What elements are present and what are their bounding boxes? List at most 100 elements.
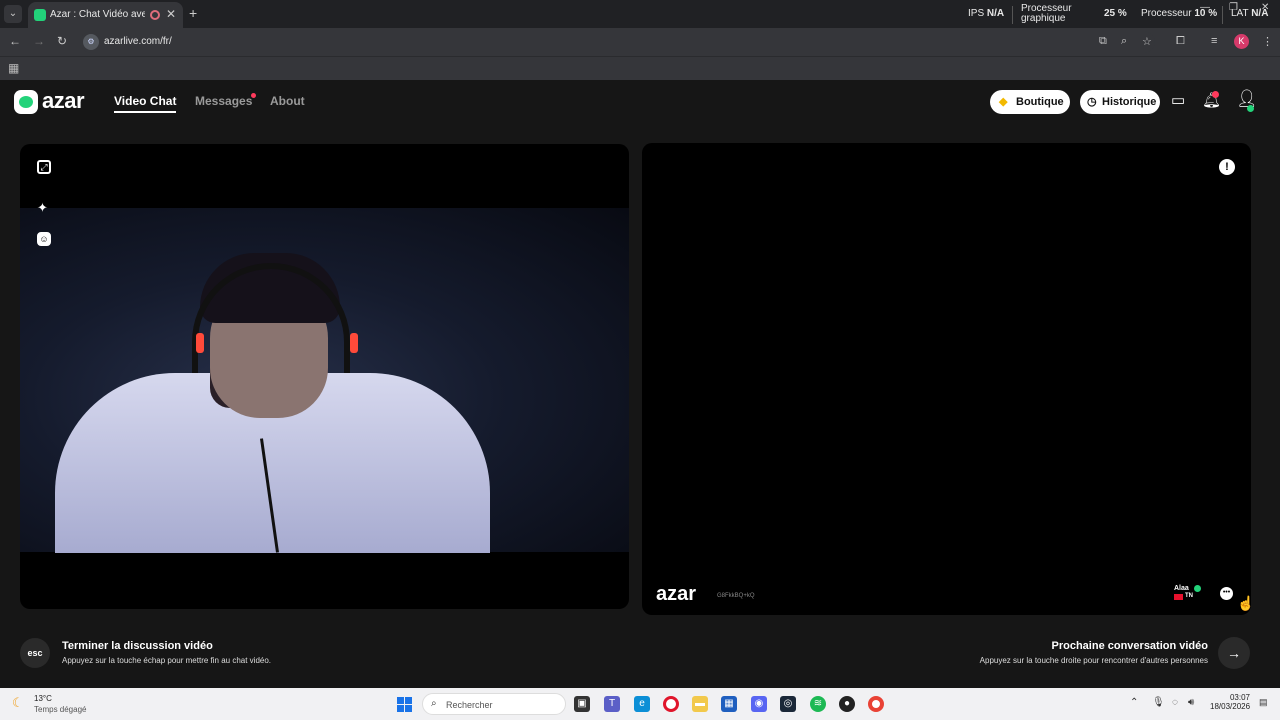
- tray-chevron-icon[interactable]: ⌃: [1130, 697, 1138, 708]
- apps-grid-icon[interactable]: ▦: [8, 61, 19, 75]
- weather-temperature[interactable]: 13°C: [34, 694, 52, 703]
- nav-about[interactable]: About: [270, 94, 305, 108]
- teams-icon[interactable]: T: [604, 696, 620, 712]
- bookmark-star-icon[interactable]: ☆: [1142, 35, 1152, 48]
- reload-icon[interactable]: ↻: [57, 34, 67, 48]
- next-chat-button[interactable]: →: [1218, 637, 1250, 669]
- gpu-label-line2: graphique: [1021, 13, 1066, 24]
- historique-label: Historique: [1102, 96, 1157, 108]
- gpu-label: Processeur graphique: [1021, 4, 1072, 24]
- fps-overlay: IPS N/A: [968, 8, 1004, 19]
- headset-led-right: [350, 333, 358, 353]
- site-info-icon[interactable]: ⚙: [83, 34, 99, 50]
- search-placeholder: Rechercher: [446, 700, 493, 710]
- historique-button[interactable]: ◷ Historique: [1080, 90, 1160, 114]
- chat-bubble-icon[interactable]: •••: [1220, 587, 1233, 600]
- online-status-dot: [1247, 105, 1254, 112]
- search-icon: ⌕: [431, 698, 437, 709]
- fps-value: N/A: [986, 8, 1005, 19]
- mouse-cursor-icon: ☝: [1237, 595, 1251, 611]
- discord-icon[interactable]: ◉: [751, 696, 767, 712]
- volume-icon[interactable]: 🔊︎: [1188, 697, 1194, 708]
- zoom-icon[interactable]: ⌕: [1121, 35, 1127, 48]
- clock-time: 03:07: [1229, 693, 1250, 702]
- weather-description[interactable]: Temps dégagé: [34, 705, 86, 714]
- azar-page: azar Video Chat Messages About ◆ Boutiqu…: [0, 80, 1280, 688]
- app-icon[interactable]: ●: [839, 696, 855, 712]
- new-tab-button[interactable]: +: [189, 5, 197, 21]
- boutique-button[interactable]: ◆ Boutique: [990, 90, 1070, 114]
- overlay-divider: [1222, 6, 1223, 24]
- tunisia-flag-icon: [1174, 594, 1183, 600]
- end-chat-subtitle: Appuyez sur la touche échap pour mettre …: [62, 656, 272, 665]
- browser-toolbar: ← → ↻ ⚙ azarlive.com/fr/ ⧉ ⌕ ☆ ⧠ ≡ K ⋮: [0, 28, 1280, 56]
- system-clock[interactable]: 03:07 18/03/2026: [1210, 693, 1250, 711]
- azar-logo-icon[interactable]: [14, 90, 38, 114]
- browser-tab[interactable]: Azar : Chat Vidéo avec de ✕: [28, 2, 183, 28]
- local-camera-feed: [20, 208, 629, 553]
- recording-indicator-icon: [150, 10, 160, 20]
- notification-dot: [1212, 91, 1219, 98]
- file-explorer-icon[interactable]: ▬: [692, 696, 708, 712]
- overlay-divider: [1012, 6, 1013, 24]
- nav-messages[interactable]: Messages: [195, 94, 252, 108]
- messages-unread-dot: [251, 93, 256, 98]
- tab-search-button[interactable]: ⌄: [4, 5, 22, 23]
- restore-icon[interactable]: ❐: [1229, 2, 1238, 13]
- steam-icon[interactable]: ◎: [780, 696, 796, 712]
- chrome-icon[interactable]: [868, 696, 884, 712]
- close-window-icon[interactable]: ✕: [1261, 2, 1269, 13]
- inbox-icon[interactable]: ▭: [1171, 91, 1185, 109]
- end-chat-button[interactable]: esc: [20, 638, 50, 668]
- peer-name[interactable]: Alaa: [1174, 585, 1189, 592]
- back-arrow-icon[interactable]: ←: [9, 34, 21, 48]
- peer-verified-icon: [1194, 585, 1201, 592]
- next-chat-subtitle: Appuyez sur la touche droite pour rencon…: [979, 656, 1208, 665]
- notifications-icon[interactable]: ▤: [1259, 697, 1268, 708]
- tab-close-button[interactable]: ✕: [166, 7, 176, 21]
- wifi-icon[interactable]: ◌: [1172, 697, 1178, 708]
- minimize-icon[interactable]: —: [1200, 2, 1210, 13]
- arrow-right-icon: →: [1227, 645, 1241, 661]
- expand-icon[interactable]: ⤢: [37, 160, 51, 174]
- report-shield-icon[interactable]: !: [1219, 159, 1235, 175]
- active-nav-underline: [114, 111, 176, 113]
- nav-video-chat[interactable]: Video Chat: [114, 94, 176, 108]
- remote-video-panel: ! azar G8FkkBQ+kQ Alaa TN ••• ☝: [642, 143, 1251, 615]
- address-bar[interactable]: ⚙ azarlive.com/fr/: [80, 31, 1155, 53]
- task-view-icon[interactable]: ▣: [574, 696, 590, 712]
- taskbar-search[interactable]: ⌕ Rechercher: [422, 693, 566, 715]
- media-control-icon[interactable]: ≡: [1211, 35, 1217, 47]
- windows-start-icon[interactable]: [397, 697, 412, 712]
- cpu-label: Processeur: [1141, 8, 1192, 19]
- next-chat-title: Prochaine conversation vidéo: [1051, 640, 1209, 652]
- forward-arrow-icon[interactable]: →: [33, 34, 45, 48]
- headset-led-left: [196, 333, 204, 353]
- spotify-icon[interactable]: ≋: [810, 696, 826, 712]
- local-video-panel: ⤢ ✦ ☺: [20, 144, 629, 609]
- azar-watermark: azar: [656, 583, 697, 605]
- extensions-icon[interactable]: ⧠: [1176, 35, 1185, 48]
- browser-menu-icon[interactable]: ⋮: [1262, 35, 1273, 48]
- microphone-icon[interactable]: 🎙︎: [1152, 697, 1165, 708]
- azar-favicon-icon: [34, 9, 46, 21]
- moon-weather-icon[interactable]: ☾: [12, 695, 24, 711]
- end-chat-title: Terminer la discussion vidéo: [62, 640, 213, 652]
- peer-country: TN: [1185, 593, 1193, 599]
- magic-wand-icon[interactable]: ✦: [37, 200, 48, 216]
- opera-icon[interactable]: [663, 696, 679, 712]
- install-app-icon[interactable]: ⧉: [1099, 35, 1107, 48]
- profile-avatar[interactable]: K: [1234, 34, 1249, 49]
- gpu-value: 25 %: [1104, 8, 1127, 19]
- boutique-label: Boutique: [1016, 96, 1064, 108]
- edge-icon[interactable]: e: [634, 696, 650, 712]
- gem-icon: ◆: [999, 96, 1008, 108]
- url-text[interactable]: azarlive.com/fr/: [104, 36, 172, 47]
- azar-logo-text[interactable]: azar: [42, 88, 85, 114]
- store-icon[interactable]: ▦: [721, 696, 737, 712]
- session-id: G8FkkBQ+kQ: [717, 593, 755, 599]
- fps-label: IPS: [968, 8, 985, 19]
- tab-title: Azar : Chat Vidéo avec de: [50, 9, 145, 20]
- clock-date: 18/03/2026: [1210, 702, 1251, 711]
- face-filter-icon[interactable]: ☺: [37, 232, 51, 246]
